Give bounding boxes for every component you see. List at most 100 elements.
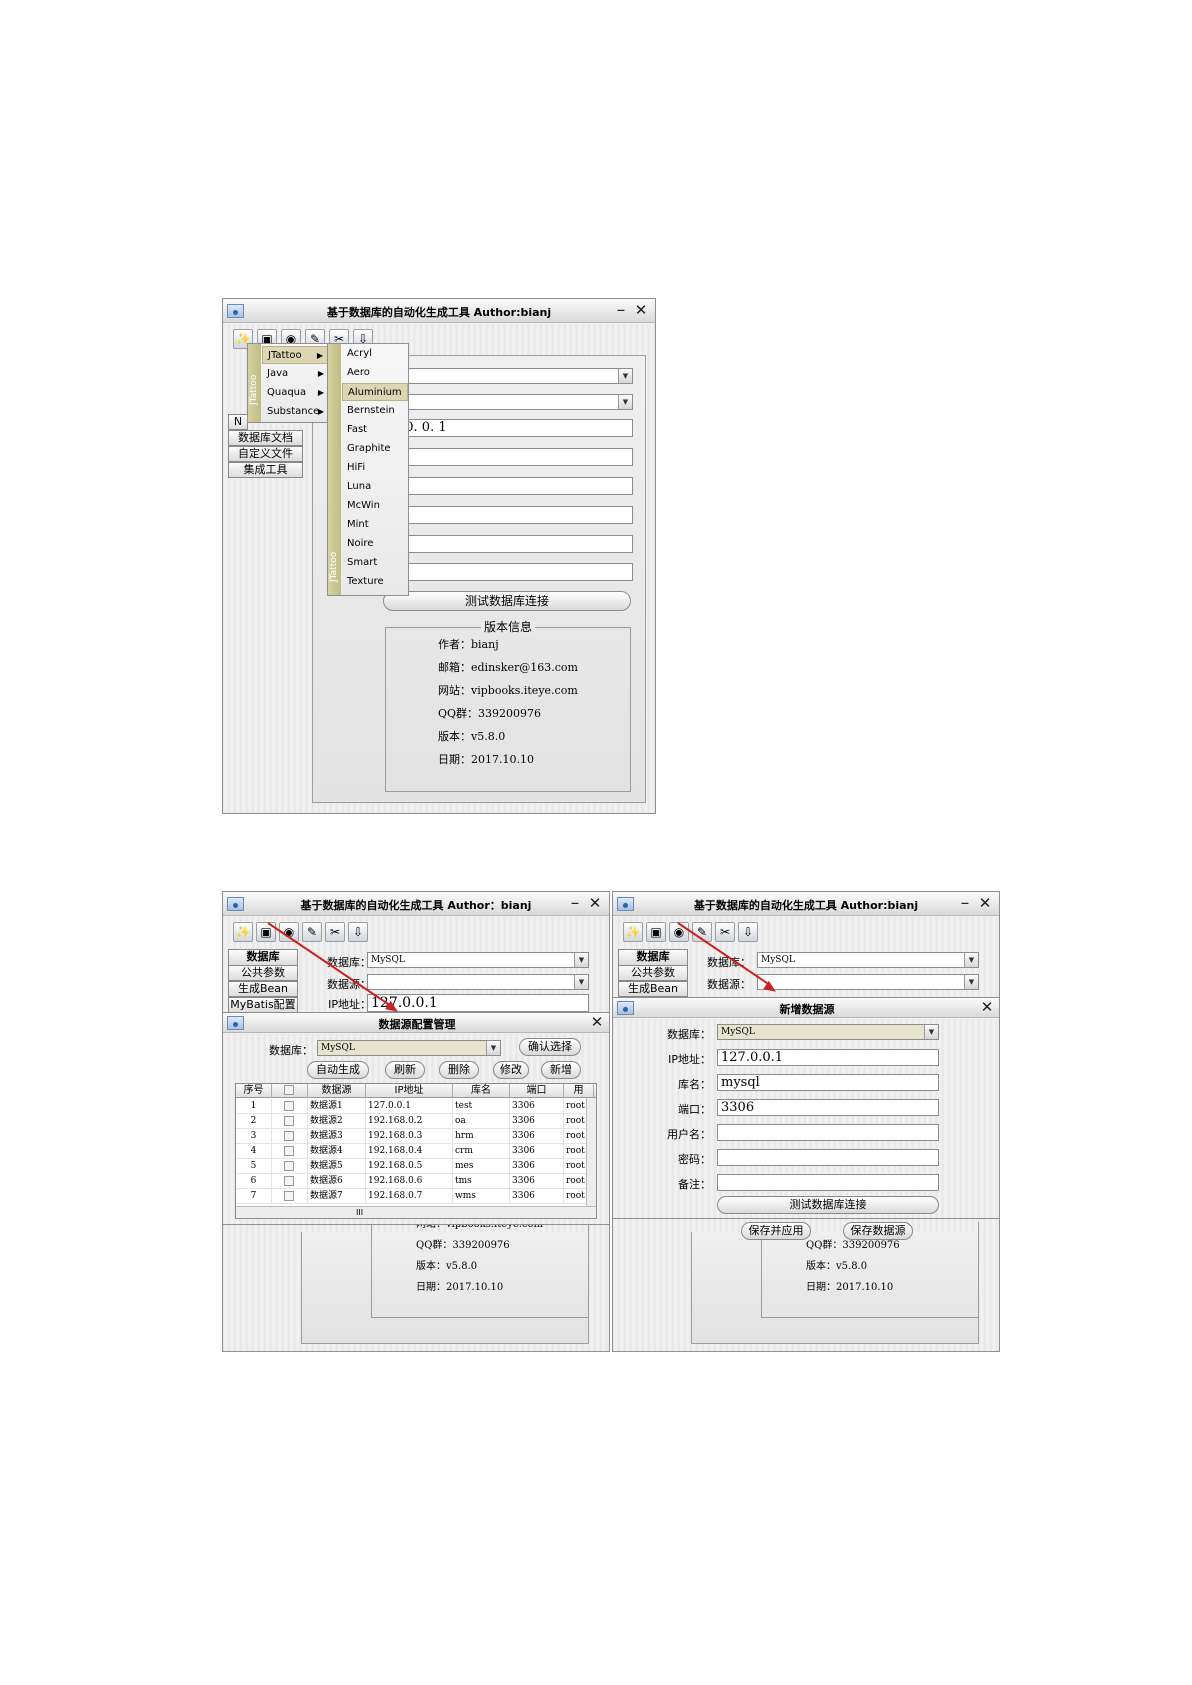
- close-button[interactable]: ✕: [977, 894, 993, 912]
- minimize-button[interactable]: –: [613, 301, 629, 319]
- table-cell: wms: [453, 1189, 510, 1204]
- table-row[interactable]: 3 数据源3 192.168.0.3 hrm 3306 root: [236, 1129, 596, 1144]
- generate-icon[interactable]: ✎: [302, 922, 322, 942]
- row-checkbox[interactable]: [284, 1116, 294, 1126]
- table-row[interactable]: 4 数据源4 192.168.0.4 crm 3306 root: [236, 1144, 596, 1159]
- datasource-select[interactable]: ▼: [393, 394, 633, 410]
- theme-mint[interactable]: Mint: [342, 516, 408, 534]
- theme-mcwin[interactable]: McWin: [342, 497, 408, 515]
- chevron-down-icon: ▼: [964, 975, 978, 989]
- row-checkbox[interactable]: [284, 1131, 294, 1141]
- tab-custom-file[interactable]: 自定义文件: [228, 446, 303, 462]
- table-row[interactable]: 7 数据源7 192.168.0.7 wms 3306 root: [236, 1189, 596, 1204]
- password-field[interactable]: •: [393, 535, 633, 553]
- dialog-close-button[interactable]: ✕: [589, 1013, 605, 1031]
- theme-texture[interactable]: Texture: [342, 573, 408, 591]
- select-all-checkbox[interactable]: [284, 1085, 294, 1095]
- ip-field[interactable]: . 0. 0. 1: [393, 419, 633, 437]
- row-checkbox[interactable]: [284, 1176, 294, 1186]
- theme-aero[interactable]: Aero: [342, 364, 408, 382]
- user-field[interactable]: t: [393, 506, 633, 524]
- theme-luna[interactable]: Luna: [342, 478, 408, 496]
- new-datasource-icon[interactable]: ▣: [646, 922, 666, 942]
- save-and-apply-button[interactable]: 保存并应用: [741, 1222, 811, 1240]
- tab-n[interactable]: N: [228, 414, 248, 430]
- db-select-value: MySQL: [721, 1027, 755, 1037]
- edit-button[interactable]: 修改: [493, 1061, 529, 1079]
- theme-graphite[interactable]: Graphite: [342, 440, 408, 458]
- table-cell: 192.168.0.5: [366, 1159, 453, 1174]
- tools-icon[interactable]: ✂: [715, 922, 735, 942]
- export-icon[interactable]: ⇩: [738, 922, 758, 942]
- table-row[interactable]: 1 数据源1 127.0.0.1 test 3306 root: [236, 1099, 596, 1114]
- tab-database[interactable]: 数据库: [228, 949, 298, 965]
- magic-wand-icon[interactable]: ✨: [623, 922, 643, 942]
- db-select[interactable]: MySQL ▼: [367, 952, 589, 968]
- tab-gen-bean[interactable]: 生成Bean: [228, 981, 298, 997]
- auto-generate-button[interactable]: 自动生成: [307, 1061, 369, 1079]
- refresh-button[interactable]: 刷新: [385, 1061, 425, 1079]
- tab-gen-bean[interactable]: 生成Bean: [618, 981, 688, 997]
- add-button[interactable]: 新增: [541, 1061, 581, 1079]
- tools-icon[interactable]: ✂: [325, 922, 345, 942]
- db-select[interactable]: MySQL ▼: [717, 1024, 939, 1040]
- db-type-select[interactable]: L▼: [393, 368, 633, 384]
- table-row[interactable]: 5 数据源5 192.168.0.5 mes 3306 root: [236, 1159, 596, 1174]
- minimize-button[interactable]: –: [957, 894, 973, 912]
- theme-noire[interactable]: Noire: [342, 535, 408, 553]
- remark-field[interactable]: [717, 1174, 939, 1191]
- tab-database[interactable]: 数据库: [618, 949, 688, 965]
- magic-wand-icon[interactable]: ✨: [233, 922, 253, 942]
- theme-acryl[interactable]: Acryl: [342, 345, 408, 363]
- delete-button[interactable]: 删除: [439, 1061, 479, 1079]
- tab-db-doc[interactable]: 数据库文档: [228, 430, 303, 446]
- port-field[interactable]: 3306: [717, 1099, 939, 1116]
- datasource-select[interactable]: ▼: [367, 974, 589, 990]
- datasource-select[interactable]: ▼: [757, 974, 979, 990]
- dbname-field[interactable]: t: [393, 448, 633, 466]
- dialog-db-select[interactable]: MySQL ▼: [317, 1040, 501, 1056]
- tab-mybatis[interactable]: MyBatis配置: [228, 997, 298, 1013]
- dialog-close-button[interactable]: ✕: [979, 998, 995, 1016]
- tab-common-params[interactable]: 公共参数: [228, 965, 298, 981]
- tab-common-params[interactable]: 公共参数: [618, 965, 688, 981]
- row-checkbox[interactable]: [284, 1161, 294, 1171]
- close-button[interactable]: ✕: [587, 894, 603, 912]
- db-select[interactable]: MySQL ▼: [757, 952, 979, 968]
- theme-fast[interactable]: Fast: [342, 421, 408, 439]
- username-field[interactable]: [717, 1124, 939, 1141]
- col-checkbox[interactable]: [272, 1084, 308, 1098]
- menu-item-quaqua[interactable]: Quaqua ▶: [262, 384, 328, 402]
- export-icon[interactable]: ⇩: [348, 922, 368, 942]
- horizontal-scrollbar[interactable]: III: [236, 1206, 596, 1218]
- chevron-right-icon: ▶: [317, 407, 324, 416]
- port-field[interactable]: 6: [393, 477, 633, 495]
- password-field[interactable]: [717, 1149, 939, 1166]
- row-checkbox[interactable]: [284, 1101, 294, 1111]
- menu-item-jtattoo[interactable]: JTattoo ▶: [262, 346, 328, 364]
- ip-field[interactable]: 127.0.0.1: [717, 1049, 939, 1066]
- save-datasource-button[interactable]: 保存数据源: [843, 1222, 913, 1240]
- row-checkbox[interactable]: [284, 1191, 294, 1201]
- title-bar: 基于数据库的自动化生成工具 Author：bianj – ✕: [223, 892, 609, 916]
- row-checkbox-cell: [272, 1129, 308, 1144]
- theme-smart[interactable]: Smart: [342, 554, 408, 572]
- menu-item-substance[interactable]: Substance ▶: [262, 403, 328, 421]
- menu-item-java[interactable]: Java ▶: [262, 365, 328, 383]
- close-button[interactable]: ✕: [633, 301, 649, 319]
- confirm-select-button[interactable]: 确认选择: [519, 1038, 581, 1056]
- ip-field[interactable]: 127.0.0.1: [367, 994, 589, 1012]
- theme-aluminium[interactable]: Aluminium: [342, 383, 408, 401]
- theme-bernstein[interactable]: Bernstein: [342, 402, 408, 420]
- vertical-scrollbar[interactable]: [586, 1098, 596, 1206]
- table-row[interactable]: 2 数据源2 192.168.0.2 oa 3306 root: [236, 1114, 596, 1129]
- test-connection-button[interactable]: 测试数据库连接: [717, 1196, 939, 1214]
- dbname-field[interactable]: mysql: [717, 1074, 939, 1091]
- row-checkbox[interactable]: [284, 1146, 294, 1156]
- remark-field[interactable]: [393, 563, 633, 581]
- table-row[interactable]: 6 数据源6 192.168.0.6 tms 3306 root: [236, 1174, 596, 1189]
- tab-integration[interactable]: 集成工具: [228, 462, 303, 478]
- minimize-button[interactable]: –: [567, 894, 583, 912]
- theme-hifi[interactable]: HiFi: [342, 459, 408, 477]
- test-connection-button[interactable]: 测试数据库连接: [383, 591, 631, 611]
